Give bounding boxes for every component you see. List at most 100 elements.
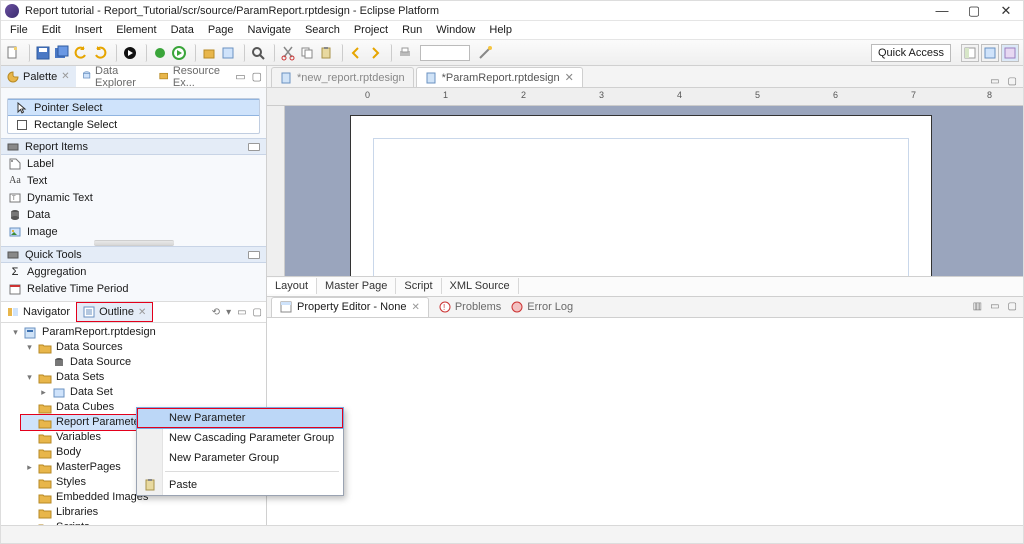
pin-icon[interactable] — [248, 143, 260, 151]
minimize-view-icon[interactable]: ▭ — [237, 307, 246, 318]
debug-icon[interactable] — [152, 45, 168, 61]
palette-rectangle-select[interactable]: Rectangle Select — [8, 116, 259, 133]
tree-libraries[interactable]: Libraries — [21, 505, 266, 520]
palette-dynamic-text[interactable]: T Dynamic Text — [1, 189, 266, 206]
data-explorer-tab[interactable]: Data Explorer — [76, 66, 154, 87]
tree-data-sources[interactable]: ▾Data Sources — [21, 340, 266, 355]
redo-icon[interactable] — [92, 45, 108, 61]
close-tab-icon[interactable]: ✕ — [411, 302, 419, 313]
problems-tab[interactable]: ! Problems — [439, 301, 501, 313]
palette-label[interactable]: Label — [1, 155, 266, 172]
palette-data[interactable]: Data — [1, 206, 266, 223]
resource-explorer-tab[interactable]: Resource Ex... — [153, 66, 235, 87]
maximize-view-icon[interactable]: ▢ — [252, 70, 262, 83]
ctx-paste[interactable]: Paste — [137, 475, 343, 495]
menu-project[interactable]: Project — [347, 22, 395, 38]
print-icon[interactable] — [397, 45, 413, 61]
cut-icon[interactable] — [280, 45, 296, 61]
ctx-new-group[interactable]: New Parameter Group — [137, 448, 343, 468]
palette-aggregation[interactable]: Σ Aggregation — [1, 263, 266, 280]
quick-tools-section[interactable]: Quick Tools — [1, 246, 266, 263]
maximize-view-icon[interactable]: ▢ — [253, 307, 262, 318]
palette-pointer-select[interactable]: Pointer Select — [8, 99, 259, 116]
ctx-new-parameter[interactable]: New Parameter — [137, 408, 343, 428]
menu-data[interactable]: Data — [164, 22, 201, 38]
menu-window[interactable]: Window — [429, 22, 482, 38]
save-icon[interactable] — [35, 45, 51, 61]
tree-data-set[interactable]: ▸Data Set — [35, 385, 266, 400]
save-all-icon[interactable] — [54, 45, 70, 61]
forward-icon[interactable] — [367, 45, 383, 61]
palette-text[interactable]: Aa Text — [1, 172, 266, 189]
wand-icon[interactable] — [477, 45, 493, 61]
close-tab-icon[interactable]: ✕ — [138, 307, 146, 318]
editor-tab-param-report[interactable]: *ParamReport.rptdesign ✕ — [416, 67, 583, 87]
report-page[interactable] — [351, 116, 931, 276]
window-close-button[interactable]: ✕ — [999, 3, 1013, 19]
menu-run[interactable]: Run — [395, 22, 429, 38]
editor-tab-new-report[interactable]: *new_report.rptdesign — [271, 67, 414, 87]
new-resource-icon[interactable] — [220, 45, 236, 61]
navigator-tab[interactable]: Navigator — [1, 302, 76, 322]
ctx-new-cascading[interactable]: New Cascading Parameter Group — [137, 428, 343, 448]
label-icon — [9, 158, 21, 170]
layout-tab[interactable]: Layout — [267, 278, 317, 294]
script-tab[interactable]: Script — [396, 278, 441, 294]
run-icon[interactable] — [122, 45, 138, 61]
minimize-view-icon[interactable]: ▭ — [990, 301, 999, 312]
menu-insert[interactable]: Insert — [68, 22, 110, 38]
palette-image[interactable]: Image — [1, 223, 266, 240]
outline-tab[interactable]: Outline ✕ — [76, 302, 153, 322]
quick-access-button[interactable]: Quick Access — [871, 44, 951, 62]
master-page-tab[interactable]: Master Page — [317, 278, 396, 294]
tree-root[interactable]: ▾ ParamReport.rptdesign — [7, 325, 266, 340]
menu-help[interactable]: Help — [482, 22, 519, 38]
maximize-editor-icon[interactable]: ▢ — [1008, 76, 1017, 87]
editor-tab-param-report-label: *ParamReport.rptdesign — [442, 72, 560, 84]
close-tab-icon[interactable]: ✕ — [565, 71, 574, 84]
toolbar-icon[interactable]: ⟲ — [212, 307, 220, 318]
undo-icon[interactable] — [73, 45, 89, 61]
design-canvas[interactable] — [285, 106, 1023, 276]
new-icon[interactable] — [5, 45, 21, 61]
report-items-section[interactable]: Report Items — [1, 138, 266, 155]
view-menu-icon[interactable]: ▾ — [226, 307, 231, 318]
close-tab-icon[interactable]: ✕ — [61, 71, 69, 82]
ruler-tick-2: 2 — [521, 90, 526, 100]
property-editor-tab[interactable]: Property Editor - None ✕ — [271, 297, 429, 317]
new-package-icon[interactable] — [201, 45, 217, 61]
window-maximize-button[interactable]: ▢ — [967, 3, 981, 19]
tree-data-source[interactable]: Data Source — [35, 355, 266, 370]
debug-perspective-icon[interactable] — [1001, 44, 1019, 62]
palette-tab[interactable]: Palette ✕ — [1, 66, 76, 87]
paste-icon[interactable] — [318, 45, 334, 61]
run-green-icon[interactable] — [171, 45, 187, 61]
tree-data-sets[interactable]: ▾Data Sets — [21, 370, 266, 385]
folder-icon — [38, 402, 52, 414]
minimize-view-icon[interactable]: ▭ — [235, 70, 245, 83]
menu-navigate[interactable]: Navigate — [241, 22, 298, 38]
ctx-new-cascading-label: New Cascading Parameter Group — [169, 432, 334, 444]
error-log-icon — [511, 301, 523, 313]
menu-file[interactable]: File — [3, 22, 35, 38]
menu-element[interactable]: Element — [109, 22, 163, 38]
search-icon[interactable] — [250, 45, 266, 61]
palette-relative-time[interactable]: Relative Time Period — [1, 280, 266, 297]
menu-page[interactable]: Page — [201, 22, 241, 38]
menu-edit[interactable]: Edit — [35, 22, 68, 38]
combo-placeholder[interactable] — [420, 45, 470, 61]
error-log-tab[interactable]: Error Log — [511, 301, 573, 313]
minimize-editor-icon[interactable]: ▭ — [990, 76, 999, 87]
view-layout-icon[interactable]: ▥ — [973, 301, 982, 312]
window-minimize-button[interactable]: — — [935, 3, 949, 19]
menu-search[interactable]: Search — [298, 22, 347, 38]
xml-source-tab[interactable]: XML Source — [442, 278, 519, 294]
label-label: Label — [27, 158, 54, 170]
pin-icon[interactable] — [248, 251, 260, 259]
back-icon[interactable] — [348, 45, 364, 61]
open-perspective-icon[interactable] — [961, 44, 979, 62]
maximize-view-icon[interactable]: ▢ — [1008, 301, 1017, 312]
report-page-body[interactable] — [373, 138, 909, 276]
copy-icon[interactable] — [299, 45, 315, 61]
report-perspective-icon[interactable] — [981, 44, 999, 62]
